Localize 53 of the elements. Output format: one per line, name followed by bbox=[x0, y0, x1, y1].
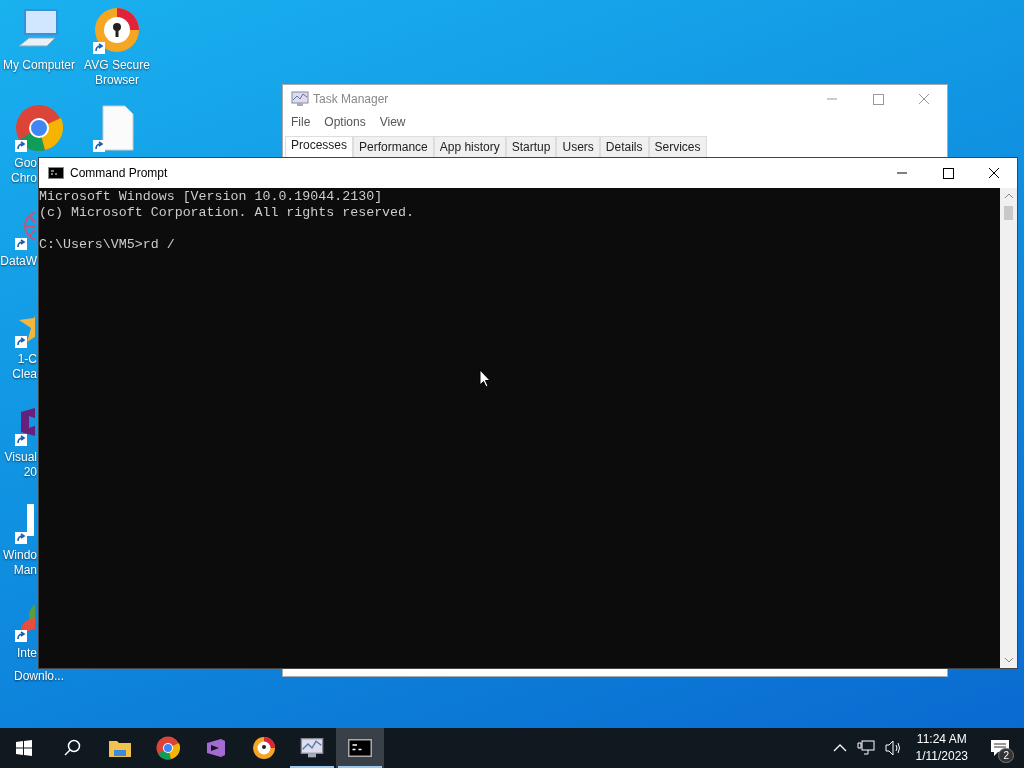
visual-studio-icon bbox=[204, 736, 228, 760]
notification-badge: 2 bbox=[998, 748, 1014, 763]
tab[interactable]: Details bbox=[599, 136, 649, 157]
taskbar-button[interactable] bbox=[336, 728, 384, 768]
browser-icon[interactable] bbox=[93, 6, 141, 54]
icon-label: Browser bbox=[95, 73, 139, 88]
browser-icon bbox=[252, 736, 276, 760]
chrome-icon[interactable] bbox=[15, 104, 63, 152]
console-icon bbox=[48, 167, 64, 179]
tab[interactable]: Startup bbox=[505, 136, 557, 157]
icon-label: Inte bbox=[17, 646, 37, 661]
window-title: Task Manager bbox=[313, 92, 389, 106]
window-title: Command Prompt bbox=[70, 166, 168, 180]
clock-time[interactable]: 11:24 AM bbox=[916, 731, 967, 748]
console-line: Microsoft Windows [Version 10.0.19044.2130] bbox=[39, 189, 383, 204]
menu-item[interactable]: Options bbox=[324, 115, 366, 129]
icon-label: AVG Secure bbox=[84, 58, 150, 73]
console-icon bbox=[348, 739, 372, 757]
search-icon bbox=[63, 739, 81, 757]
icon-label: 1-C bbox=[17, 352, 37, 367]
menu-item[interactable]: File bbox=[291, 115, 311, 129]
scroll-down-icon[interactable] bbox=[1003, 656, 1014, 664]
menu-item[interactable]: View bbox=[379, 115, 406, 129]
icon-label: 20 bbox=[23, 465, 37, 480]
icon-label: Man bbox=[13, 563, 37, 578]
icon-label: My Computer bbox=[3, 58, 75, 73]
chrome-icon bbox=[156, 736, 180, 760]
scrollbar[interactable] bbox=[1000, 188, 1017, 668]
icon-label: Downlo... bbox=[14, 669, 64, 684]
windows-logo-icon bbox=[16, 740, 32, 756]
icon-label: Clea bbox=[12, 367, 37, 382]
tab[interactable]: Users bbox=[556, 136, 600, 157]
icon-label: DataW bbox=[0, 254, 37, 269]
scroll-up-icon[interactable] bbox=[1003, 192, 1014, 200]
clock-date[interactable]: 1/11/2023 bbox=[915, 748, 968, 765]
folder-icon bbox=[108, 738, 132, 758]
scroll-thumb[interactable] bbox=[1004, 206, 1013, 220]
tab[interactable]: Services bbox=[648, 136, 707, 157]
mouse-pointer-icon bbox=[479, 369, 491, 388]
chevron-up-icon[interactable] bbox=[832, 743, 847, 753]
network-icon[interactable] bbox=[856, 740, 875, 756]
speaker-icon[interactable] bbox=[884, 740, 903, 756]
icon-label: Goo bbox=[14, 156, 37, 171]
monitor-chart-icon bbox=[291, 91, 309, 107]
tab[interactable]: Performance bbox=[353, 136, 434, 157]
icon-label: Windo bbox=[3, 548, 37, 563]
monitor-chart-icon bbox=[300, 737, 324, 759]
tab[interactable]: App history bbox=[433, 136, 506, 157]
icon-label: Visual bbox=[4, 450, 37, 465]
console-line: C:\Users\VM5>rd / bbox=[39, 237, 175, 252]
icon-label: Chro bbox=[11, 171, 37, 186]
console-line: (c) Microsoft Corporation. All rights reserved. bbox=[39, 205, 415, 220]
tab[interactable]: Processes bbox=[285, 136, 354, 158]
